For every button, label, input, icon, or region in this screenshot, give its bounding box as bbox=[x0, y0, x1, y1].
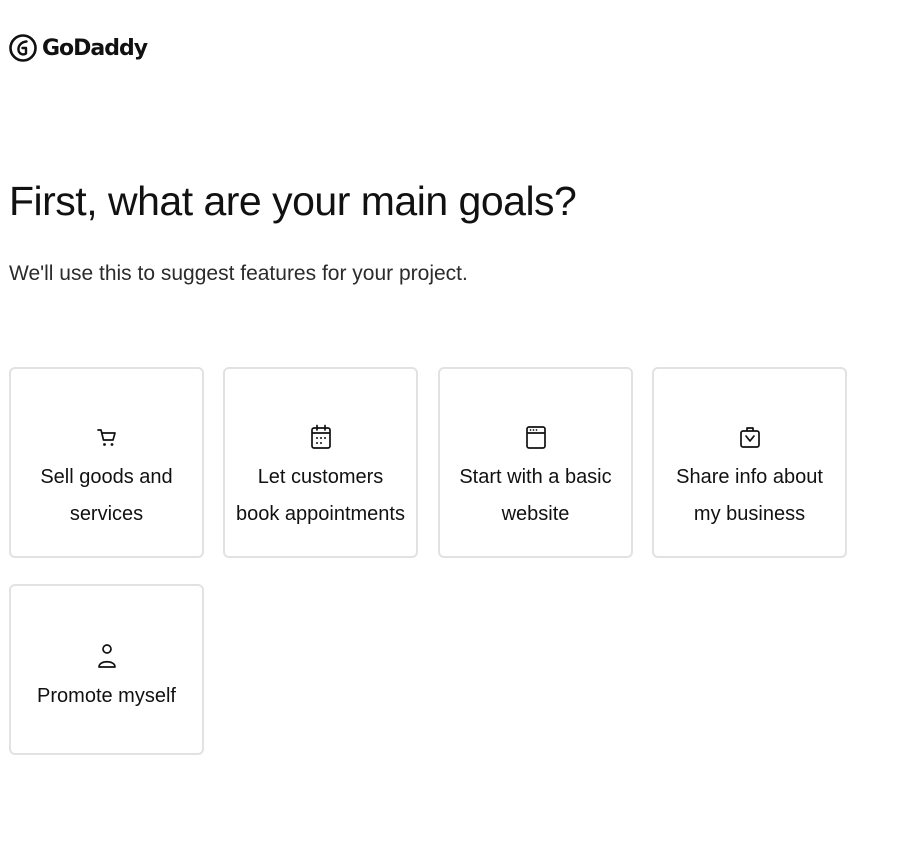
calendar-icon bbox=[310, 424, 331, 449]
godaddy-logo-icon bbox=[9, 34, 37, 62]
godaddy-logo[interactable]: GoDaddy bbox=[8, 30, 148, 66]
goal-card-label: Let customers book appointments bbox=[235, 466, 405, 525]
goal-card-label: Share info about my business bbox=[676, 466, 823, 525]
browser-window-icon bbox=[525, 426, 546, 449]
goal-card-sell-goods[interactable]: Sell goods and services bbox=[9, 367, 204, 558]
person-icon bbox=[97, 644, 116, 668]
page-subtitle: We'll use this to suggest features for y… bbox=[9, 262, 468, 285]
goal-card-business-info[interactable]: Share info about my business bbox=[652, 367, 847, 558]
goal-card-basic-website[interactable]: Start with a basic website bbox=[438, 367, 633, 558]
goal-card-label: Promote myself bbox=[37, 685, 176, 707]
shopping-cart-icon bbox=[96, 429, 116, 446]
goal-card-book-appointments[interactable]: Let customers book appointments bbox=[223, 367, 418, 558]
page-title: First, what are your main goals? bbox=[9, 178, 577, 224]
goal-card-label: Sell goods and services bbox=[40, 466, 173, 525]
goal-card-label: Start with a basic website bbox=[459, 466, 612, 525]
goal-card-promote-myself[interactable]: Promote myself bbox=[9, 584, 204, 755]
godaddy-wordmark: GoDaddy bbox=[42, 35, 148, 61]
briefcase-icon bbox=[739, 427, 760, 448]
